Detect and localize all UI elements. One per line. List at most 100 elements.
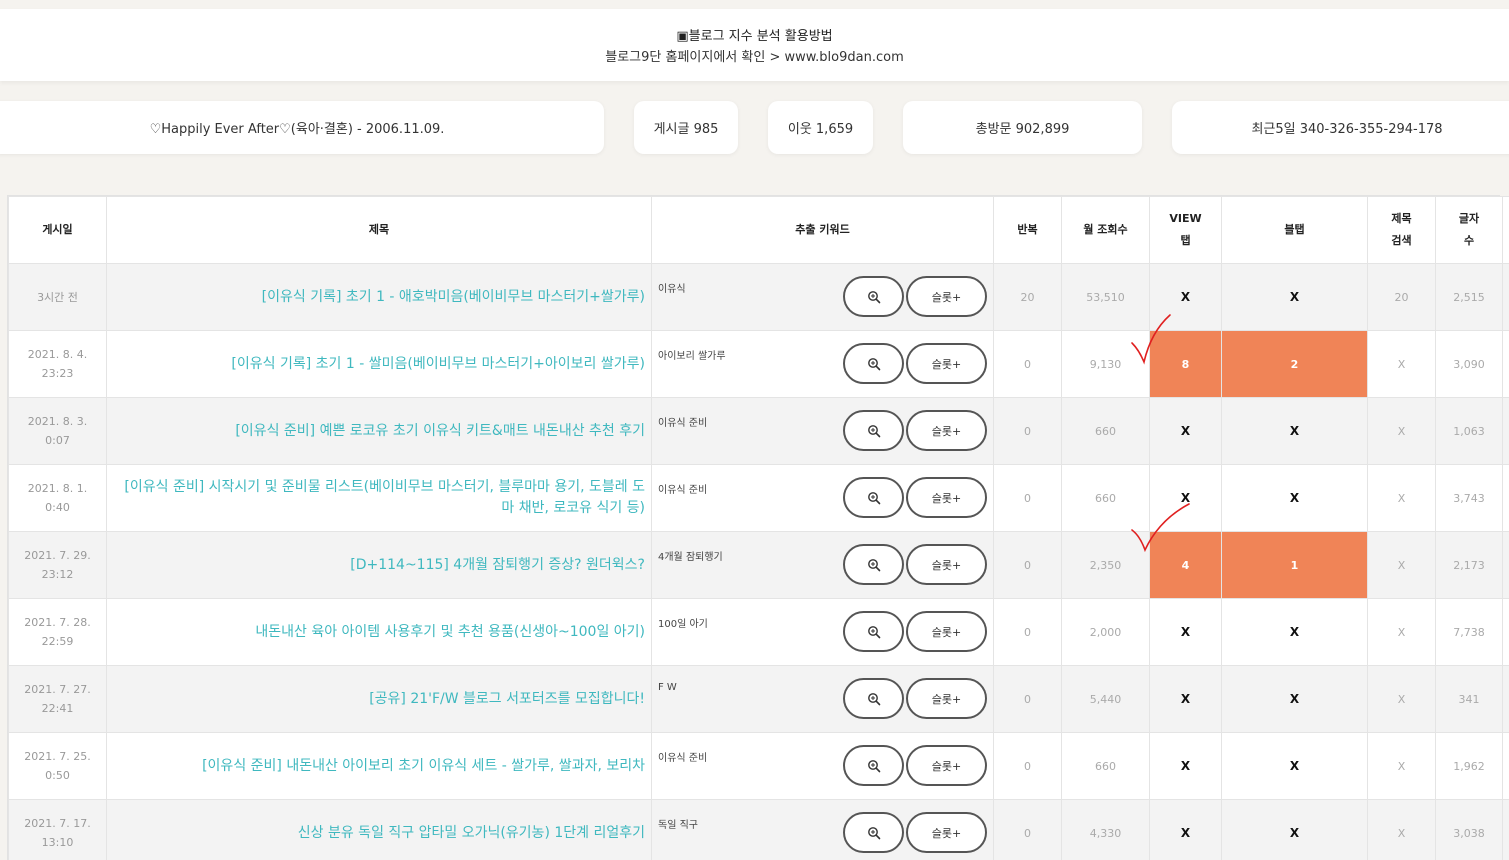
view-tab-rank: X [1149, 397, 1222, 465]
post-title-link[interactable]: [이유식 준비] 예쁜 로코유 초기 이유식 키트&매트 내돈내산 추천 후기 [106, 397, 652, 465]
post-title-link[interactable]: [D+114~115] 4개월 잠퇴행기 증상? 원더윅스? [106, 531, 652, 599]
post-date: 2021. 8. 3. 0:07 [8, 397, 107, 465]
extracted-keyword: F W [658, 682, 677, 693]
post-count-card: 게시글 985 [634, 101, 738, 154]
table-row: 2021. 7. 17. 13:10 신상 분유 독일 직구 압타밀 오가닉(유기… [8, 799, 1509, 860]
neighbor-count-card: 이웃 1,659 [768, 101, 873, 154]
keyword-search-button[interactable] [843, 343, 904, 384]
view-tab-rank: X [1149, 598, 1222, 666]
blog-name-card: ♡Happily Ever After♡(육아·결혼) - 2006.11.09… [0, 101, 604, 154]
neighbor-count: 이웃 1,659 [787, 122, 854, 137]
blog-tab-rank: 2 [1221, 330, 1368, 398]
post-title-link[interactable]: [이유식 기록] 초기 1 - 애호박미음(베이비무브 마스터기+쌀가루) [106, 263, 652, 331]
photo-count: 20 [1502, 799, 1509, 860]
blog-tab-rank: X [1221, 732, 1368, 800]
keyword-search-button[interactable] [843, 410, 904, 451]
monthly-views: 2,350 [1061, 531, 1150, 599]
table-row: 3시간 전 [이유식 기록] 초기 1 - 애호박미음(베이비무브 마스터기+쌀가… [8, 263, 1509, 331]
title-search-rank: X [1367, 531, 1436, 599]
extracted-keyword: 4개월 잠퇴행기 [658, 552, 723, 563]
title-search-rank: 20 [1367, 263, 1436, 331]
post-date: 3시간 전 [8, 263, 107, 331]
post-title-link[interactable]: [이유식 준비] 시작시기 및 준비물 리스트(베이비무브 마스터기, 블루마마… [106, 464, 652, 532]
title-search-rank: X [1367, 330, 1436, 398]
monthly-views: 5,440 [1061, 665, 1150, 733]
post-analysis-table: 게시일 제목 추출 키워드 반복 월 조회수 VIEW 탭 블탭 제목 검색 글자 수… [7, 195, 1509, 860]
title-search-rank: X [1367, 397, 1436, 465]
post-title-link[interactable]: 내돈내산 육아 아이템 사용후기 및 추천 용품(신생아~100일 아기) [106, 598, 652, 666]
post-title-link[interactable]: 신상 분유 독일 직구 압타밀 오가닉(유기농) 1단계 리얼후기 [106, 799, 652, 860]
table-row: 2021. 7. 27. 22:41 [공유] 21'F/W 블로그 서포터즈를 … [8, 665, 1509, 733]
keyword-search-button[interactable] [843, 611, 904, 652]
blog-name: ♡Happily Ever After♡(육아·결혼) - 2006.11.09… [149, 122, 445, 137]
title-search-rank: X [1367, 598, 1436, 666]
extracted-keyword: 이유식 [658, 284, 686, 295]
view-tab-rank: X [1149, 665, 1222, 733]
post-title-link[interactable]: [공유] 21'F/W 블로그 서포터즈를 모집합니다! [106, 665, 652, 733]
keyword-search-button[interactable] [843, 678, 904, 719]
keyword-search-button[interactable] [843, 544, 904, 585]
keyword-cell: 아이보리 쌀가루 슬롯+ [651, 330, 994, 398]
slot-add-button[interactable]: 슬롯+ [906, 678, 987, 719]
header-blog-tab: 블탭 [1221, 196, 1368, 264]
slot-add-button[interactable]: 슬롯+ [906, 812, 987, 853]
repeat-count: 0 [993, 464, 1062, 532]
monthly-views: 660 [1061, 732, 1150, 800]
view-tab-rank: X [1149, 263, 1222, 331]
photo-count: 38 [1502, 263, 1509, 331]
keyword-search-button[interactable] [843, 812, 904, 853]
keyword-cell: 100일 아기 슬롯+ [651, 598, 994, 666]
view-tab-rank: 4 [1149, 531, 1222, 599]
table-row: 2021. 7. 29. 23:12 [D+114~115] 4개월 잠퇴행기 증… [8, 531, 1509, 599]
banner-link[interactable]: 블로그9단 홈페이지에서 확인 > www.blo9dan.com [0, 46, 1509, 65]
monthly-views: 2,000 [1061, 598, 1150, 666]
keyword-cell: 이유식 준비 슬롯+ [651, 732, 994, 800]
monthly-views: 9,130 [1061, 330, 1150, 398]
header-monthly: 월 조회수 [1061, 196, 1150, 264]
monthly-views: 660 [1061, 397, 1150, 465]
header-view-tab-l2: 탭 [1180, 234, 1191, 247]
slot-add-button[interactable]: 슬롯+ [906, 611, 987, 652]
blog-tab-rank: 1 [1221, 531, 1368, 599]
extracted-keyword: 이유식 준비 [658, 485, 708, 496]
keyword-cell: 이유식 슬롯+ [651, 263, 994, 331]
post-title-link[interactable]: [이유식 준비] 내돈내산 아이보리 초기 이유식 세트 - 쌀가루, 쌀과자,… [106, 732, 652, 800]
post-date: 2021. 7. 17. 13:10 [8, 799, 107, 860]
repeat-count: 0 [993, 598, 1062, 666]
repeat-count: 0 [993, 799, 1062, 860]
post-title-link[interactable]: [이유식 기록] 초기 1 - 쌀미음(베이비무브 마스터기+아이보리 쌀가루) [106, 330, 652, 398]
slot-add-button[interactable]: 슬롯+ [906, 343, 987, 384]
table-row: 2021. 7. 25. 0:50 [이유식 준비] 내돈내산 아이보리 초기 이… [8, 732, 1509, 800]
extracted-keyword: 아이보리 쌀가루 [658, 351, 726, 362]
search-icon [867, 692, 880, 705]
slot-add-button[interactable]: 슬롯+ [906, 477, 987, 518]
slot-add-button[interactable]: 슬롯+ [906, 745, 987, 786]
search-icon [867, 558, 880, 571]
post-date: 2021. 7. 28. 22:59 [8, 598, 107, 666]
char-count: 3,743 [1435, 464, 1503, 532]
search-icon [867, 826, 880, 839]
extracted-keyword: 100일 아기 [658, 619, 708, 630]
slot-add-button[interactable]: 슬롯+ [906, 410, 987, 451]
slot-add-button[interactable]: 슬롯+ [906, 544, 987, 585]
banner-title: ▣블로그 지수 분석 활용방법 [676, 29, 833, 44]
keyword-search-button[interactable] [843, 745, 904, 786]
slot-add-button[interactable]: 슬롯+ [906, 276, 987, 317]
char-count: 2,515 [1435, 263, 1503, 331]
title-search-rank: X [1367, 732, 1436, 800]
keyword-search-button[interactable] [843, 276, 904, 317]
post-date: 2021. 7. 27. 22:41 [8, 665, 107, 733]
header-view-tab: VIEW 탭 [1149, 196, 1222, 264]
notice-banner[interactable]: ▣블로그 지수 분석 활용방법 블로그9단 홈페이지에서 확인 > www.bl… [0, 9, 1509, 81]
photo-count: 10 [1502, 531, 1509, 599]
char-count: 3,090 [1435, 330, 1503, 398]
header-view-tab-l1: VIEW [1169, 212, 1202, 225]
extracted-keyword: 이유식 준비 [658, 753, 708, 764]
title-search-rank: X [1367, 799, 1436, 860]
header-date: 게시일 [8, 196, 107, 264]
header-title-search-l2: 검색 [1391, 234, 1412, 247]
keyword-search-button[interactable] [843, 477, 904, 518]
monthly-views: 53,510 [1061, 263, 1150, 331]
repeat-count: 0 [993, 732, 1062, 800]
view-tab-rank: X [1149, 799, 1222, 860]
